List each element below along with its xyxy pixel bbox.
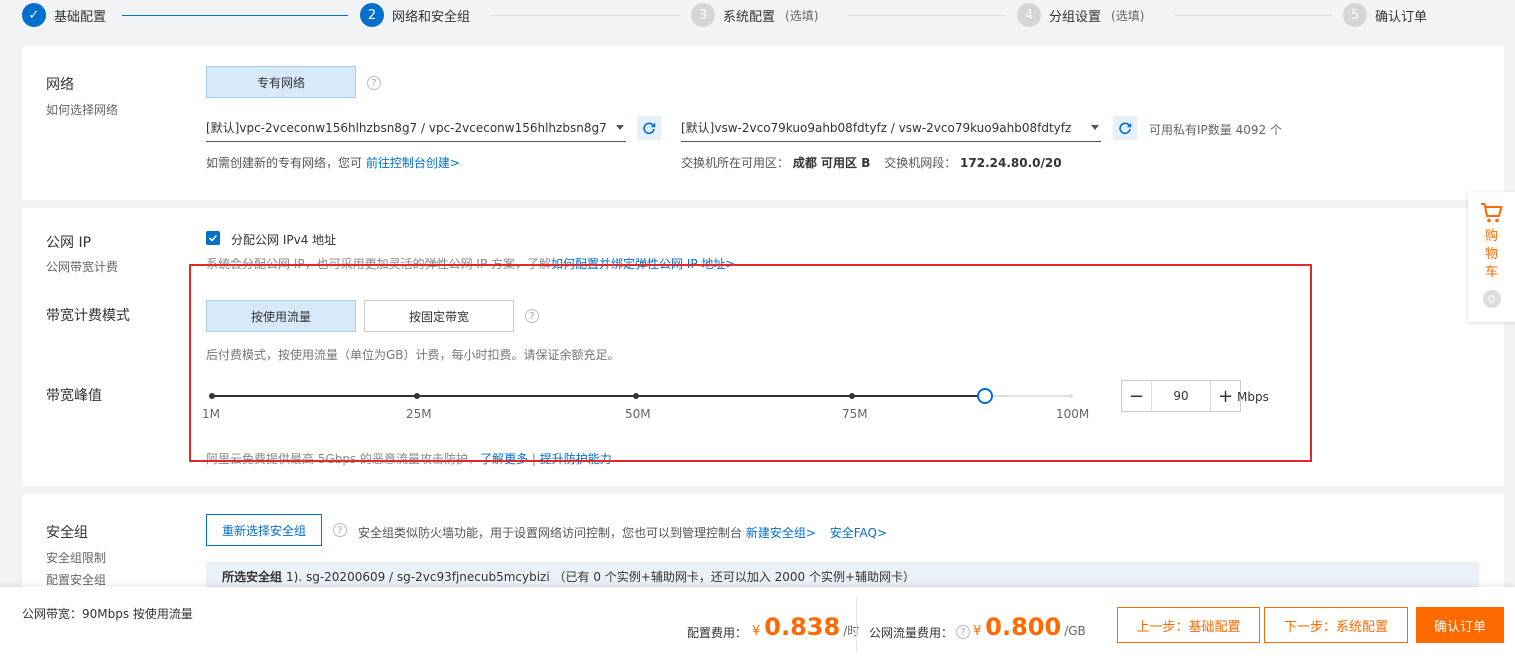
config-fee-label: 配置费用：: [687, 626, 748, 640]
step-connector: [848, 15, 1006, 16]
assign-ipv4-checkbox[interactable]: [206, 231, 220, 245]
check-icon: [208, 234, 218, 242]
public-ip-subtitle-link[interactable]: 公网带宽计费: [46, 258, 118, 275]
check-icon: ✓: [22, 3, 46, 27]
prev-step-button[interactable]: 上一步：基础配置: [1117, 607, 1260, 643]
refresh-vswitch-button[interactable]: [1113, 116, 1137, 140]
traffic-fee-amount: 0.800: [985, 613, 1062, 641]
traffic-fee-unit: /GB: [1064, 624, 1086, 638]
zone-label: 交换机所在可用区：: [681, 156, 790, 170]
reselect-security-group-button[interactable]: 重新选择安全组: [206, 514, 322, 546]
assign-ipv4-label[interactable]: 分配公网 IPv4 地址: [231, 231, 336, 248]
footer-divider: [856, 597, 857, 653]
step-number: 5: [1343, 3, 1367, 27]
next-step-button[interactable]: 下一步：系统配置: [1264, 607, 1408, 643]
step-confirm[interactable]: 5 确认订单: [1343, 3, 1427, 27]
security-title: 安全组: [46, 525, 88, 541]
help-icon[interactable]: ?: [956, 625, 970, 639]
create-vpc-link[interactable]: 前往控制台创建>: [366, 156, 460, 170]
currency-symbol: ¥: [752, 624, 761, 639]
security-faq-link[interactable]: 安全FAQ>: [830, 526, 887, 540]
currency-symbol: ¥: [973, 624, 982, 639]
refresh-icon: [643, 122, 656, 135]
highlight-box: [189, 264, 1312, 462]
refresh-vpc-button[interactable]: [637, 116, 661, 140]
step-number: 4: [1017, 3, 1041, 27]
steps-bar: ✓ 基础配置 2 网络和安全组 3 系统配置 (选填) 4 分组设置 (选填) …: [0, 0, 1515, 32]
refresh-icon: [1119, 122, 1132, 135]
cidr-value: 172.24.80.0/20: [960, 156, 1062, 170]
vswitch-select[interactable]: [默认]vsw-2vco79kuo9ahb08fdtyfz / vsw-2vco…: [681, 114, 1101, 142]
step-group[interactable]: 4 分组设置 (选填): [1017, 3, 1144, 27]
zone-info: 交换机所在可用区： 成都 可用区 B 交换机网段： 172.24.80.0/20: [681, 154, 1062, 171]
footer-bar: 公网带宽：90Mbps 按使用流量 配置费用： ¥ 0.838 /时 公网流量费…: [0, 587, 1515, 661]
available-ip-count: 可用私有IP数量 4092 个: [1149, 123, 1282, 137]
selected-security-group: 所选安全组 1). sg-20200609 / sg-2vc93fjnecub5…: [206, 562, 1479, 590]
step-optional: (选填): [785, 8, 819, 23]
step-optional: (选填): [1111, 8, 1145, 23]
selected-security-label: 所选安全组: [222, 569, 283, 584]
confirm-order-button[interactable]: 确认订单: [1416, 607, 1504, 643]
step-label: 网络和安全组: [392, 9, 471, 25]
zone-value: 成都 可用区 B: [792, 156, 871, 170]
security-hint: 安全组类似防火墙功能，用于设置网络访问控制，您也可以到管理控制台 新建安全组> …: [358, 524, 887, 541]
step-label: 确认订单: [1375, 9, 1428, 25]
shopping-cart[interactable]: 购物车 0: [1468, 192, 1515, 322]
step-connector: [1174, 15, 1332, 16]
public-ip-title: 公网 IP: [46, 235, 92, 251]
create-vpc-hint: 如需创建新的专有网络，您可 前往控制台创建>: [206, 154, 460, 171]
step-network[interactable]: 2 网络和安全组: [360, 3, 470, 27]
vswitch-select-value: [默认]vsw-2vco79kuo9ahb08fdtyfz / vsw-2vco…: [681, 121, 1072, 135]
traffic-fee-label: 公网流量费用：: [869, 626, 954, 640]
config-fee-price: ¥ 0.838 /时: [752, 613, 859, 641]
vpc-type-button[interactable]: 专有网络: [206, 66, 356, 98]
step-number: 2: [360, 3, 384, 27]
network-subtitle-link[interactable]: 如何选择网络: [46, 101, 118, 118]
vpc-select[interactable]: [默认]vpc-2vceconw156hlhzbsn8g7 / vpc-2vce…: [206, 114, 626, 142]
step-connector: [122, 15, 348, 16]
selected-security-value: 1). sg-20200609 / sg-2vc93fjnecub5mcybiz…: [286, 569, 916, 584]
chevron-down-icon: [616, 125, 624, 130]
cidr-label: 交换机网段：: [884, 156, 957, 170]
security-subtitle-link[interactable]: 安全组限制: [46, 549, 106, 566]
config-fee-amount: 0.838: [764, 613, 841, 641]
step-label: 系统配置: [723, 9, 776, 25]
step-connector: [490, 15, 680, 16]
step-basic[interactable]: ✓ 基础配置: [22, 3, 106, 27]
new-security-group-link[interactable]: 新建安全组>: [746, 526, 816, 540]
footer-summary: 公网带宽：90Mbps 按使用流量: [22, 607, 193, 621]
security-config-link[interactable]: 配置安全组: [46, 571, 106, 588]
bandwidth-peak-title: 带宽峰值: [46, 388, 102, 404]
chevron-down-icon: [1091, 125, 1099, 130]
billing-mode-title: 带宽计费模式: [46, 308, 130, 324]
create-vpc-hint-text: 如需创建新的专有网络，您可: [206, 156, 363, 170]
cart-count-badge: 0: [1482, 290, 1501, 308]
security-hint-text: 安全组类似防火墙功能，用于设置网络访问控制，您也可以到管理控制台: [358, 526, 743, 540]
help-icon[interactable]: ?: [367, 76, 381, 90]
cart-label: 购物车: [1484, 229, 1498, 280]
step-label: 基础配置: [54, 9, 107, 25]
help-icon[interactable]: ?: [333, 523, 347, 537]
vpc-select-value: [默认]vpc-2vceconw156hlhzbsn8g7 / vpc-2vce…: [206, 121, 607, 135]
step-number: 3: [691, 3, 715, 27]
step-system[interactable]: 3 系统配置 (选填): [691, 3, 818, 27]
network-title: 网络: [46, 77, 74, 93]
step-label: 分组设置: [1049, 9, 1102, 25]
cart-icon: [1480, 203, 1502, 223]
traffic-fee-price: ¥ 0.800 /GB: [973, 613, 1086, 641]
